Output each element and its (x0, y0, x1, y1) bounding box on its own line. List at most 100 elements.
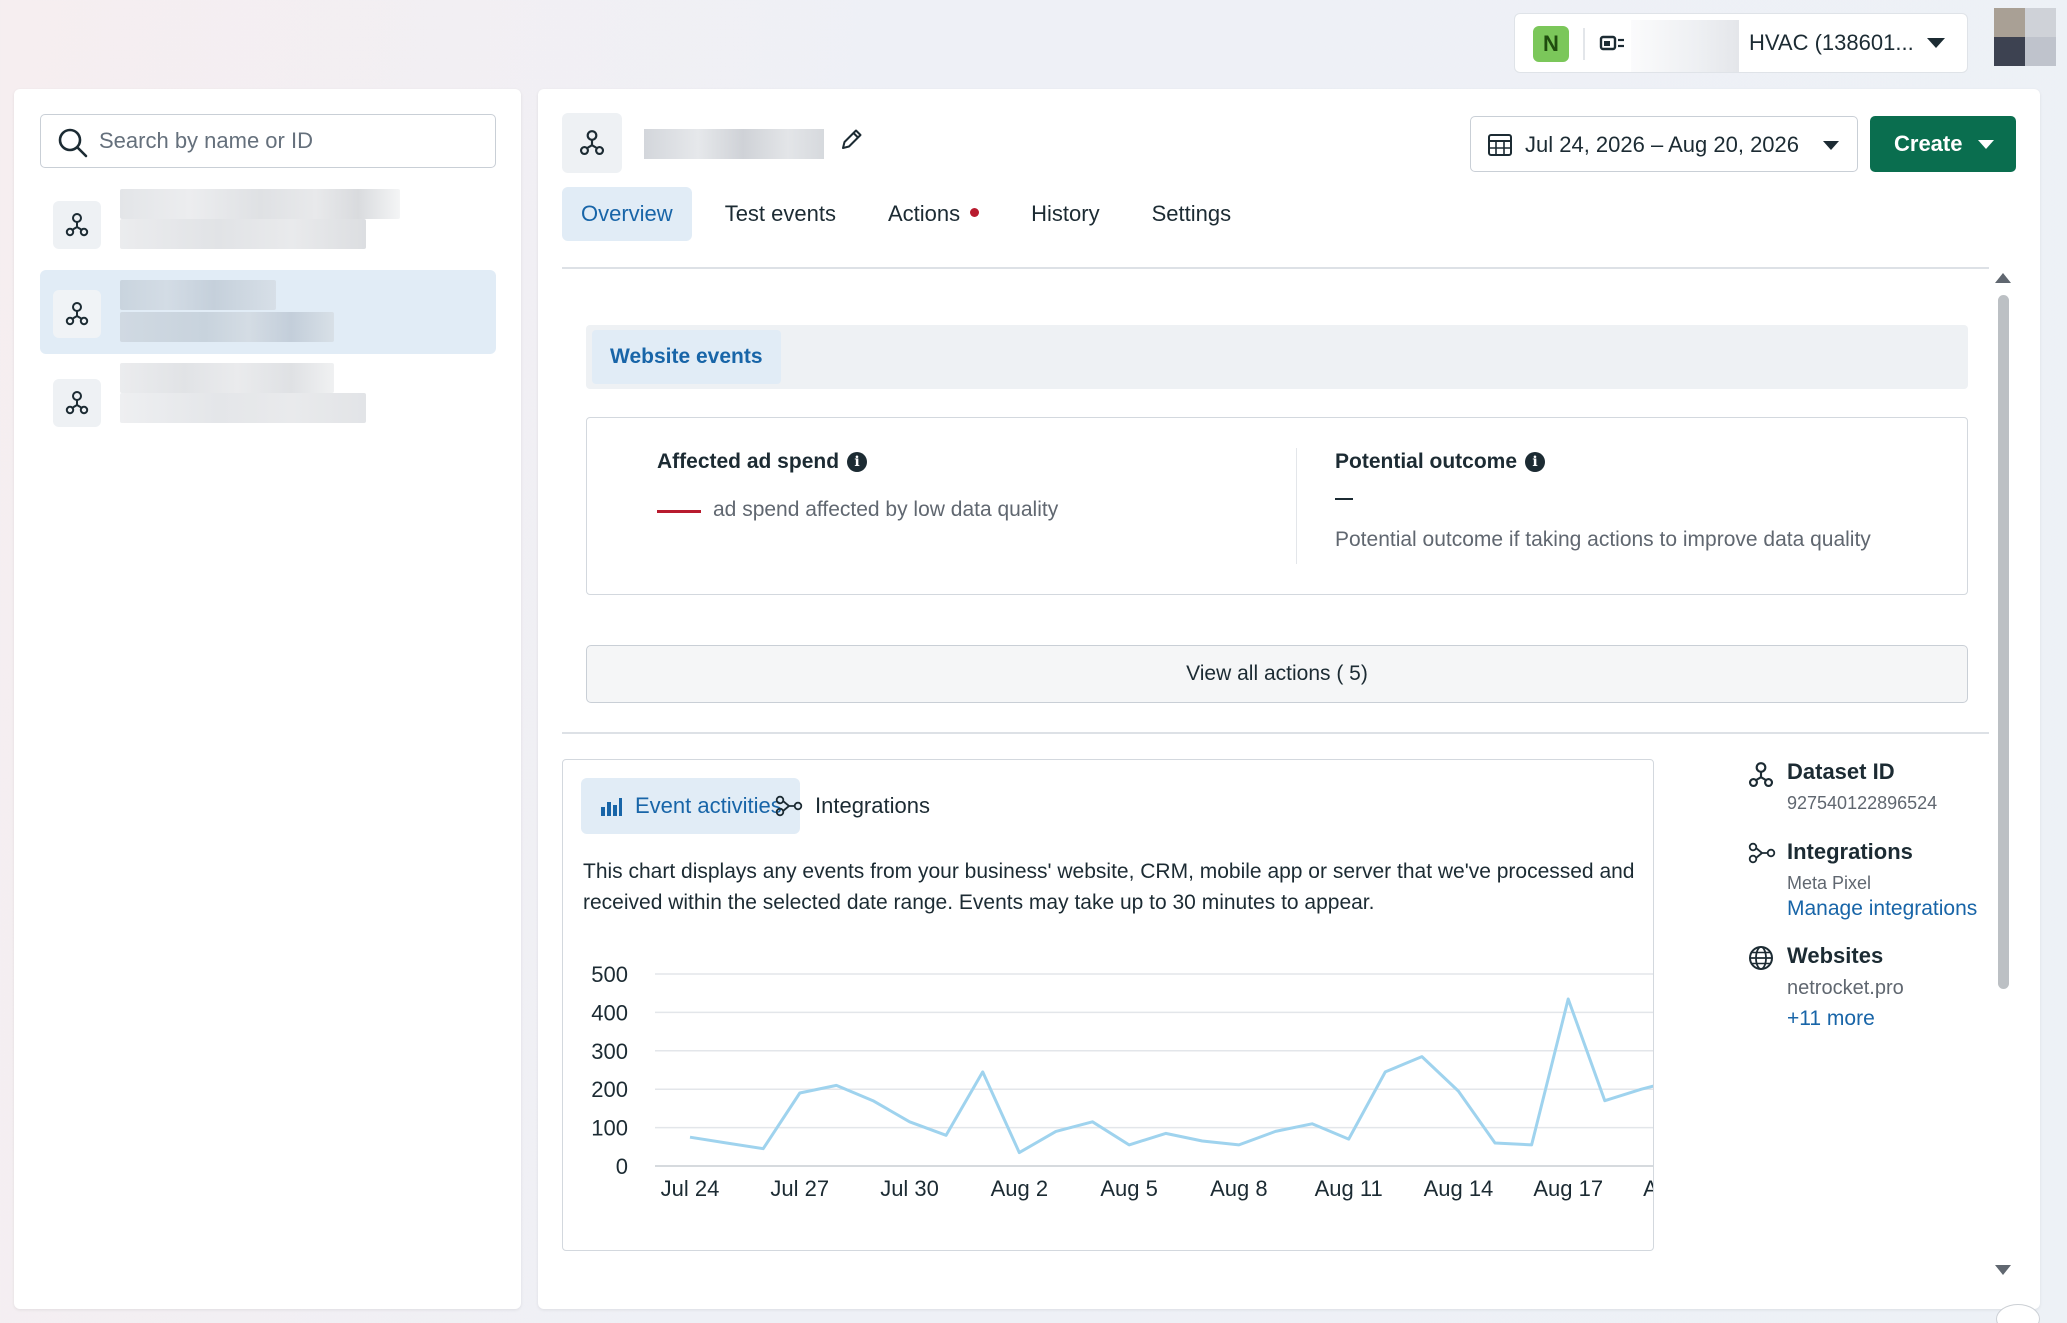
website-events-chip[interactable]: Website events (592, 330, 781, 384)
scroll-down-arrow[interactable] (1995, 1265, 2011, 1275)
account-switcher[interactable]: N HVAC (138601... (1514, 13, 1968, 73)
info-icon[interactable]: i (847, 452, 868, 472)
redacted-account-info (1631, 20, 1739, 72)
integrations-icon (775, 795, 803, 817)
tab-integrations[interactable]: Integrations (757, 778, 948, 834)
empty-value-dash (1335, 498, 1353, 500)
dataset-icon (65, 302, 89, 326)
affected-spend-indicator (657, 510, 701, 513)
event-activity-chart: 0 100 200 300 400 500 Jul 24 Jul 27 Jul 30 Aug 2 A… (591, 962, 1653, 1201)
affected-spend-description: ad spend affected by low data quality (713, 498, 1059, 521)
tab-bar: Overview Test events Actions History Set… (562, 187, 1264, 243)
affected-ad-spend-label: Affected ad spend (657, 450, 840, 473)
dataset-icon-box (53, 201, 101, 249)
dataset-id-value: 927540122896524 (1787, 793, 1938, 813)
chevron-down-icon (1978, 140, 1994, 149)
websites-title: Websites (1787, 943, 1884, 968)
website-events-header: Website events (586, 325, 1968, 389)
redacted-dataset-name (120, 189, 400, 219)
dataset-sidebar (14, 89, 521, 1309)
x-tick-label: Aug 8 (1210, 1176, 1268, 1201)
y-tick-label: 200 (591, 1077, 628, 1102)
dataset-icon-box (53, 379, 101, 427)
avatar[interactable] (1994, 8, 2056, 66)
chevron-down-icon (1927, 38, 1945, 48)
globe-icon (1749, 946, 1773, 970)
x-tick-label: Aug 17 (1533, 1176, 1603, 1201)
search-icon (58, 128, 88, 158)
chevron-down-icon (1823, 141, 1839, 150)
tab-test-events[interactable]: Test events (706, 187, 855, 241)
dataset-list-item-selected[interactable] (40, 270, 496, 354)
redacted-dataset-id (120, 219, 366, 249)
manage-integrations-link[interactable]: Manage integrations (1787, 897, 1977, 921)
integrations-icon (1748, 842, 1776, 864)
tab-label: Integrations (815, 793, 930, 818)
redacted-dataset-id (120, 393, 366, 423)
integration-name: Meta Pixel (1787, 873, 1872, 893)
website-domain: netrocket.pro (1787, 977, 1904, 999)
integrations-title: Integrations (1787, 839, 1913, 864)
x-tick-label: Aug 5 (1100, 1176, 1158, 1201)
dataset-list-item[interactable] (40, 181, 496, 265)
y-tick-label: 300 (591, 1039, 628, 1064)
tab-label: Settings (1151, 201, 1232, 226)
x-tick-label: Aug 11 (1315, 1176, 1383, 1201)
scroll-up-arrow[interactable] (1995, 273, 2011, 283)
divider (562, 732, 1989, 734)
search-input[interactable] (99, 125, 479, 157)
affected-ad-spend-title: Affected ad spend i (657, 450, 868, 474)
dataset-icon (1748, 762, 1774, 788)
potential-outcome-description: Potential outcome if taking actions to i… (1335, 528, 1871, 551)
tab-label: Overview (581, 201, 673, 226)
notification-dot (970, 207, 980, 217)
calendar-icon (1488, 134, 1512, 156)
tab-settings[interactable]: Settings (1133, 187, 1251, 241)
create-button[interactable]: Create (1870, 116, 2016, 172)
events-series-line[interactable] (689, 997, 1653, 1155)
dataset-id-title: Dataset ID (1787, 759, 1895, 784)
y-tick-label: 0 (616, 1154, 628, 1179)
chart-description: This chart displays any events from your… (583, 860, 1635, 914)
redacted-dataset-name (120, 280, 276, 310)
divider (562, 267, 1989, 269)
y-tick-label: 100 (591, 1116, 628, 1141)
x-tick-label: Jul 27 (770, 1176, 829, 1201)
data-quality-summary: Affected ad spend i ad spend affected by… (586, 417, 1968, 595)
more-websites-link[interactable]: +11 more (1787, 1007, 1875, 1031)
tab-label: History (1031, 201, 1100, 226)
search-box (40, 114, 496, 168)
potential-outcome-title: Potential outcome i (1335, 450, 1546, 474)
y-tick-label: 400 (591, 1000, 628, 1025)
column-divider (1296, 448, 1297, 564)
create-button-label: Create (1894, 131, 1963, 156)
pencil-icon[interactable] (836, 125, 866, 155)
tab-overview[interactable]: Overview (562, 187, 692, 241)
event-activities-card: Event activities Integrations This chart… (562, 759, 1654, 1251)
tab-label: Actions (887, 201, 961, 226)
info-icon[interactable]: i (1525, 452, 1546, 472)
x-tick-label: Jul 30 (880, 1176, 939, 1201)
dataset-icon (65, 391, 89, 415)
x-tick-label: Aug 14 (1424, 1176, 1494, 1201)
dataset-icon (579, 130, 605, 156)
scrollbar-thumb[interactable] (1998, 295, 2009, 989)
potential-outcome-label: Potential outcome (1335, 450, 1518, 473)
tab-history[interactable]: History (1012, 187, 1118, 241)
date-range-picker[interactable]: Jul 24, 2026 – Aug 20, 2026 (1470, 116, 1858, 172)
dataset-icon-box (53, 290, 101, 338)
account-name: HVAC (138601... (1749, 30, 1914, 55)
date-range-label: Jul 24, 2026 – Aug 20, 2026 (1525, 132, 1800, 157)
redacted-dataset-id (120, 312, 334, 342)
y-tick-label: 500 (591, 962, 628, 987)
x-tick-label: Aug 20 (1643, 1176, 1653, 1201)
dataset-icon (65, 213, 89, 237)
dataset-overview-panel: Jul 24, 2026 – Aug 20, 2026 Create Overv… (538, 89, 2040, 1309)
account-badge: N (1533, 26, 1569, 62)
dataset-list-item[interactable] (40, 359, 496, 443)
dataset-icon-box (562, 113, 622, 173)
view-all-actions-button[interactable]: View all actions ( 5) (586, 645, 1968, 703)
x-tick-label: Jul 24 (661, 1176, 720, 1201)
tab-actions[interactable]: Actions (869, 187, 998, 241)
account-divider (1583, 28, 1585, 60)
